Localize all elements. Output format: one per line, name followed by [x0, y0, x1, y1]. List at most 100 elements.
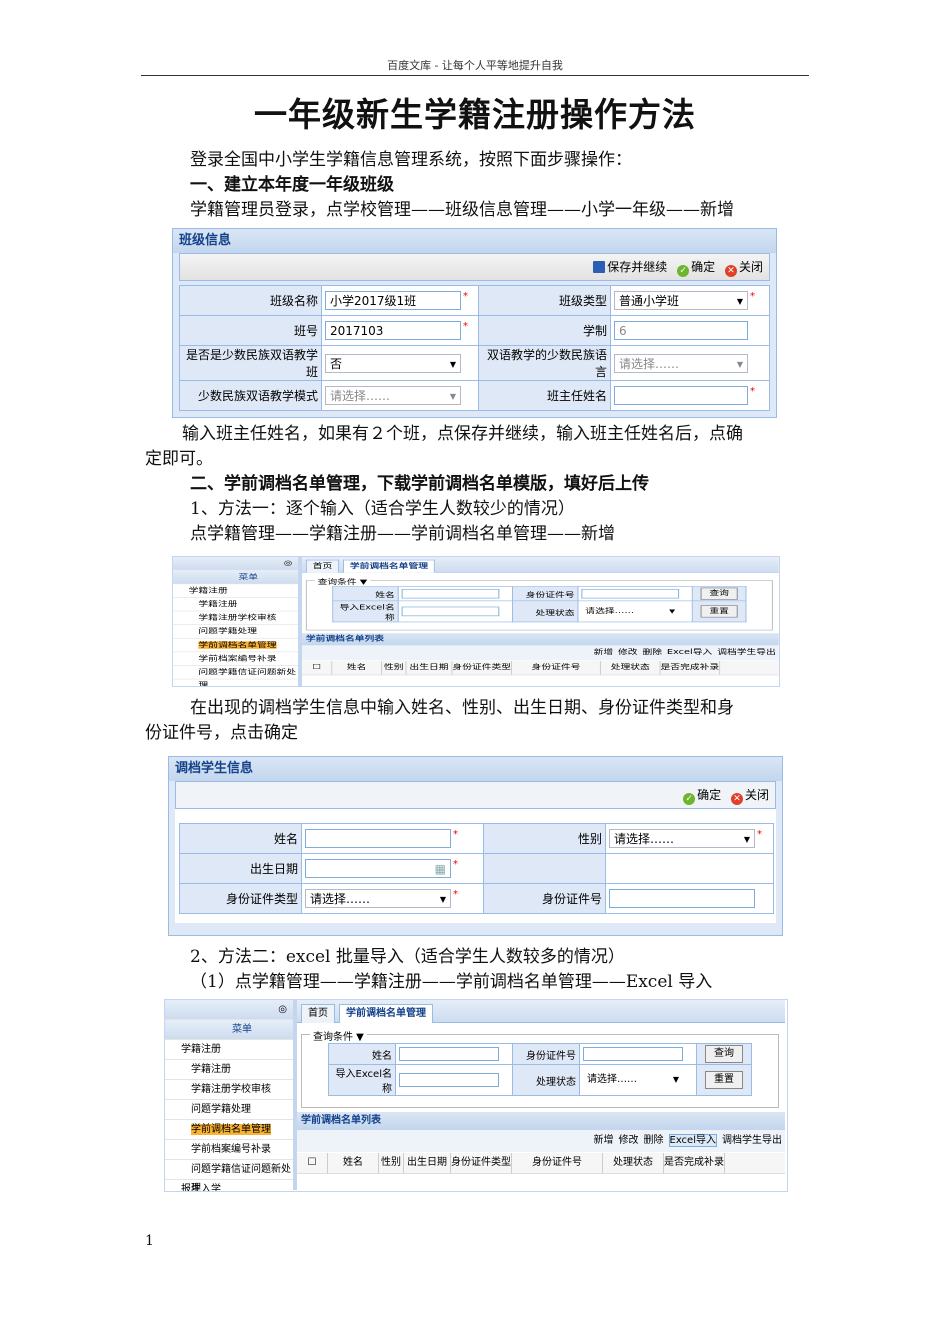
sidebar-item[interactable]: 学籍注册学校审核 [173, 611, 299, 625]
bilingual-select[interactable]: 否 [325, 353, 461, 373]
edit-button[interactable]: 修改 [619, 1135, 639, 1146]
query-label[interactable]: 查询条件 ▼ [310, 1028, 367, 1043]
label: 双语教学的少数民族语言 [478, 345, 611, 381]
close-button[interactable]: ✕ 关闭 [724, 260, 763, 277]
toolbar: ✓ 确定 ✕ 关闭 [175, 781, 776, 809]
collapse-icon[interactable]: ◎ [173, 557, 299, 571]
sidebar-item[interactable]: 学籍注册 [165, 1060, 293, 1080]
column-header: 是否完成补录 [664, 1153, 725, 1173]
query-box: 查询条件 ▼ 姓名 身份证件号 查询 导入Excel名称 处理状态请选择…… 重置 [305, 576, 773, 631]
add-button[interactable]: 新增 [594, 649, 614, 656]
sidebar-item[interactable]: 问题学籍信证问题新处理 [165, 1160, 293, 1191]
section-heading: 二、学前调档名单管理，下载学前调档名单模版，填好后上传 [190, 474, 649, 494]
collapse-icon[interactable]: ◎ [165, 1000, 293, 1020]
id-type-select[interactable]: 请选择…… [305, 889, 451, 908]
label: 身份证件号 [512, 586, 579, 602]
save-continue-button[interactable]: 保存并继续 [593, 260, 667, 274]
sidebar-item[interactable]: 学籍注册学校审核 [165, 1080, 293, 1100]
search-button[interactable]: 查询 [705, 1045, 743, 1063]
id-number-input[interactable] [609, 889, 755, 908]
ok-button[interactable]: ✓ 确定 [683, 788, 721, 805]
excel-import-button[interactable]: Excel导入 [668, 1134, 717, 1147]
status-select[interactable]: 请选择…… [583, 1073, 683, 1087]
label: 性别 [483, 823, 606, 854]
class-no-input[interactable]: 2017103 [325, 321, 461, 340]
table-header: ☐ 姓名 性别 出生日期 身份证件类型 身份证件号 处理状态 是否完成补录 [297, 1153, 785, 1174]
birth-date-input[interactable]: ▦ [305, 859, 451, 878]
page-number: 1 [145, 1233, 154, 1249]
sidebar-item-active[interactable]: 学前调档名单管理 [173, 639, 299, 653]
export-button[interactable]: 调档学生导出 [717, 649, 776, 656]
delete-button[interactable]: 删除 [644, 1135, 664, 1146]
status-select[interactable]: 请选择…… [581, 606, 680, 617]
select-all-checkbox[interactable]: ☐ [297, 1153, 328, 1173]
paragraph: 点学籍管理——学籍注册——学前调档名单管理——新增 [190, 524, 615, 544]
sidebar-item[interactable]: 学籍注册 [173, 598, 299, 612]
language-select[interactable]: 请选择…… [614, 353, 748, 373]
sidebar-item[interactable]: 学前档案编号补录 [165, 1140, 293, 1160]
select-all-checkbox[interactable]: ☐ [302, 661, 333, 675]
excel-name-input[interactable] [399, 1073, 499, 1087]
sidebar-group[interactable]: 学籍注册 [173, 584, 299, 598]
id-input[interactable] [583, 1047, 683, 1061]
teacher-name-input[interactable] [614, 386, 748, 405]
query-box: 查询条件 ▼ 姓名 身份证件号 查询 导入Excel名称 处理状态请选择…… 重置 [301, 1028, 779, 1108]
label: 处理状态 [512, 600, 579, 623]
edit-button[interactable]: 修改 [618, 649, 638, 656]
name-input[interactable] [305, 829, 451, 848]
column-header: 出生日期 [407, 661, 453, 675]
paragraph: 在出现的调档学生信息中输入姓名、性别、出生日期、身份证件类型和身 [190, 698, 734, 718]
gender-select[interactable]: 请选择…… [609, 829, 755, 848]
sidebar-item[interactable]: 学前档案编号补录 [173, 652, 299, 666]
paragraph: 学籍管理员登录，点学校管理——班级信息管理——小学一年级——新增 [190, 200, 734, 220]
label: 姓名 [179, 823, 302, 854]
paragraph: 份证件号，点击确定 [145, 723, 298, 743]
label: 班号 [179, 315, 322, 346]
excel-import-button[interactable]: Excel导入 [667, 649, 712, 656]
paragraph: 输入班主任姓名，如果有２个班，点保存并继续，输入班主任姓名后，点确 [182, 424, 743, 444]
label: 关闭 [738, 260, 763, 274]
delete-button[interactable]: 删除 [642, 649, 662, 656]
column-header: 性别 [382, 661, 407, 675]
excel-name-input[interactable] [401, 606, 500, 617]
sidebar-item-active[interactable]: 学前调档名单管理 [165, 1120, 293, 1140]
save-icon [593, 261, 606, 273]
reset-button[interactable]: 重置 [700, 605, 738, 618]
column-header: 身份证件号 [512, 1153, 603, 1173]
student-form-table: 姓名 * 性别 请选择……* 出生日期 ▦* 身份证件类型 请选择……* 身份证… [179, 823, 774, 914]
reset-button[interactable]: 重置 [705, 1071, 743, 1089]
calendar-icon[interactable]: ▦ [435, 862, 446, 876]
tab-home[interactable]: 首页 [305, 559, 340, 573]
sidebar-item[interactable]: 问题学籍处理 [165, 1100, 293, 1120]
toolbar: 保存并继续 ✓ 确定 ✕ 关闭 [179, 253, 770, 281]
admin-screenshot-1: ◎ 菜单 学籍注册 学籍注册 学籍注册学校审核 问题学籍处理 学前调档名单管理 … [172, 556, 780, 687]
name-input[interactable] [401, 588, 500, 599]
tab-roster[interactable]: 学前调档名单管理 [339, 1004, 433, 1023]
ok-button[interactable]: ✓ 确定 [677, 260, 715, 277]
export-button[interactable]: 调档学生导出 [722, 1135, 782, 1146]
search-button[interactable]: 查询 [700, 587, 738, 600]
admin-screenshot-2: ◎ 菜单 学籍注册 学籍注册 学籍注册学校审核 问题学籍处理 学前调档名单管理 … [164, 999, 788, 1192]
tab-home[interactable]: 首页 [301, 1004, 335, 1023]
student-info-window: 调档学生信息 ✓确定 ✕关闭 姓名 * 性别 请选择……* 出生日期 ▦* 身份… [168, 756, 783, 936]
class-name-input[interactable]: 小学2017级1班 [325, 291, 461, 310]
mode-select[interactable]: 请选择…… [325, 386, 461, 405]
close-button[interactable]: ✕ 关闭 [730, 788, 769, 805]
sidebar-group[interactable]: 学籍注册 [165, 1040, 293, 1060]
label: 导入Excel名称 [332, 600, 399, 623]
sidebar-item[interactable]: 问题学籍处理 [173, 625, 299, 639]
sidebar-group[interactable]: 报生入学 [165, 1180, 293, 1191]
column-header: 身份证件号 [512, 661, 601, 675]
id-input[interactable] [581, 588, 680, 599]
add-button[interactable]: 新增 [594, 1135, 614, 1146]
column-header: 姓名 [332, 661, 383, 675]
label: 处理状态 [512, 1064, 580, 1096]
column-header: 姓名 [328, 1153, 379, 1173]
document-title: 一年级新生学籍注册操作方法 [254, 95, 696, 134]
class-type-select[interactable]: 普通小学班 [614, 291, 748, 310]
name-input[interactable] [399, 1047, 499, 1061]
sidebar-item[interactable]: 问题学籍信证问题新处理 [173, 666, 299, 686]
query-label[interactable]: 查询条件 ▼ [314, 576, 371, 587]
tab-roster[interactable]: 学前调档名单管理 [342, 559, 435, 573]
years-input[interactable]: 6 [614, 321, 748, 340]
